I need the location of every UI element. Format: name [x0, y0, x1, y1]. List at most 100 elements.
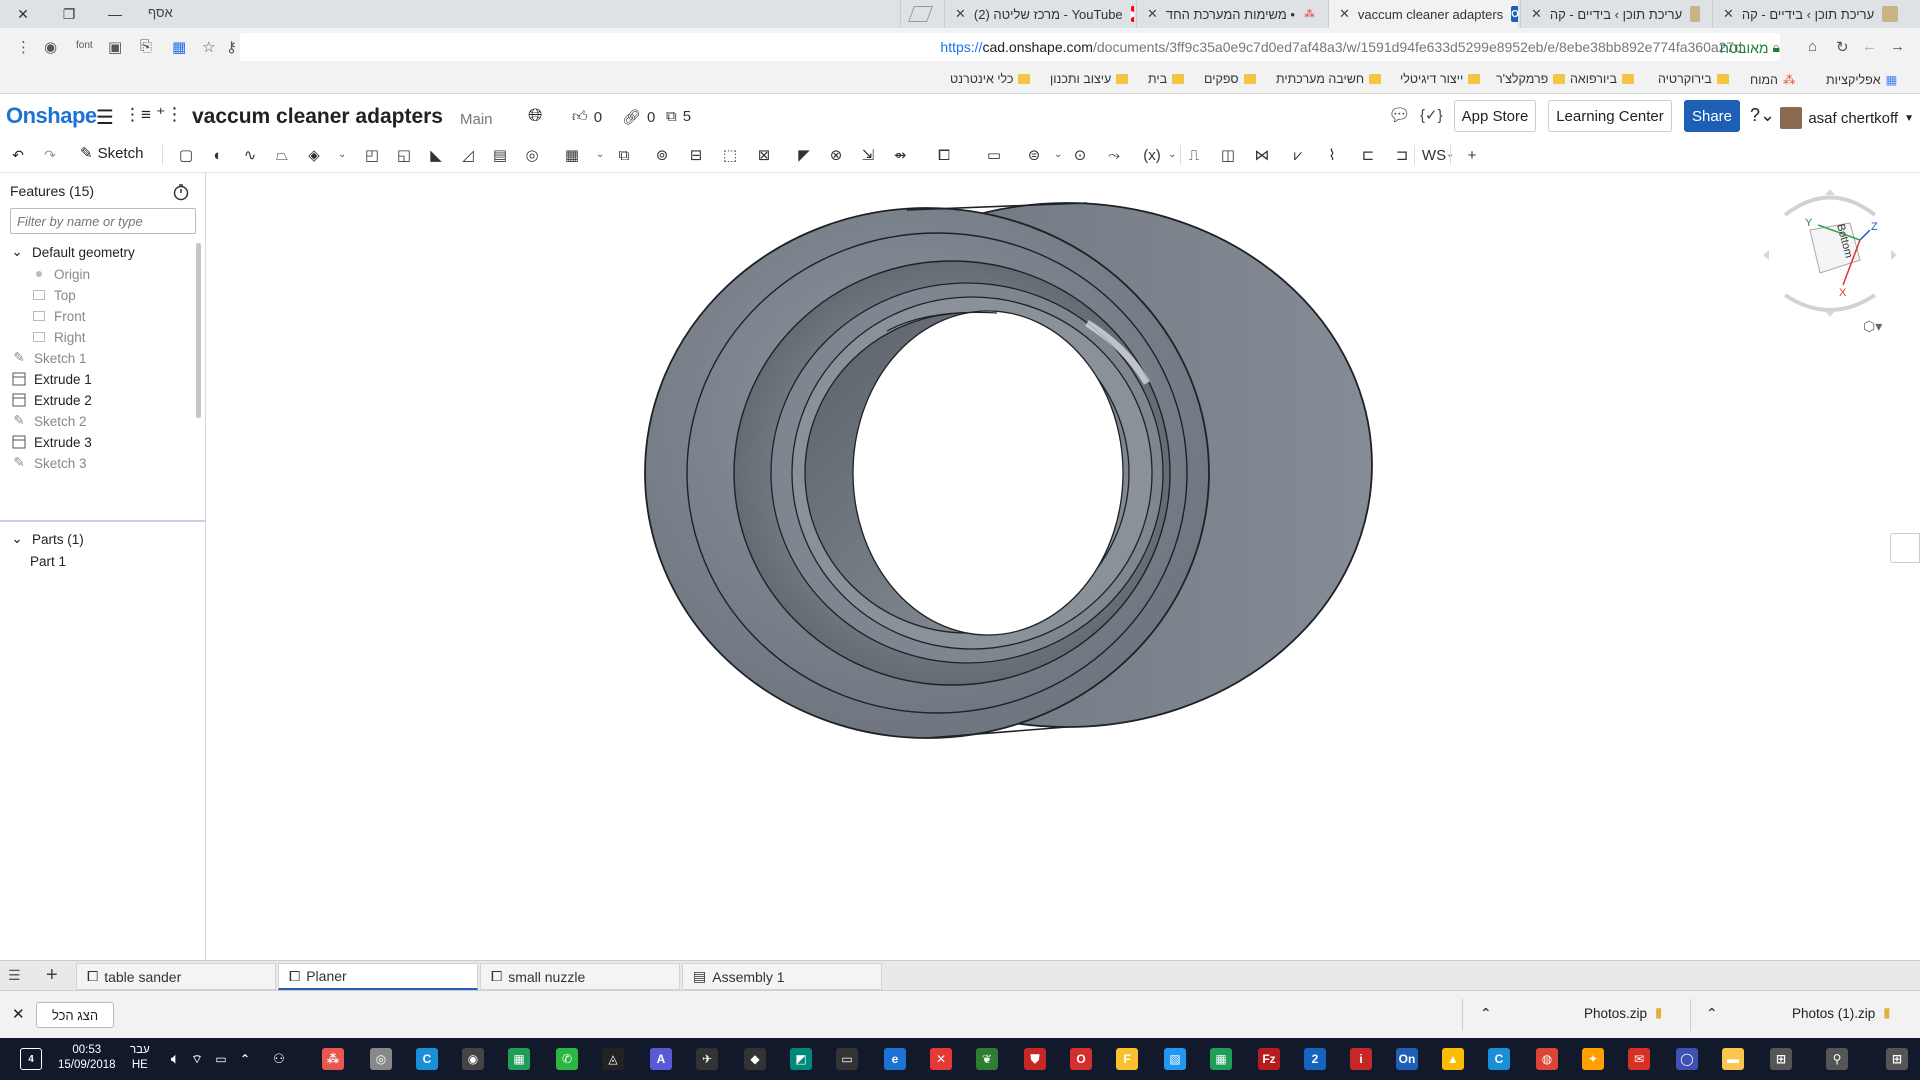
close-window-icon[interactable]: ✕	[0, 6, 46, 23]
boolean-icon[interactable]: ⊚	[652, 145, 672, 165]
feature-item-sketch-2[interactable]: ✎ Sketch 2	[12, 410, 208, 432]
browser-tab-content-2[interactable]: ✕ עריכת תוכן › בידיים - קה	[1520, 0, 1710, 28]
globe-icon[interactable]: 🌐︎	[528, 105, 542, 126]
close-downloads-icon[interactable]: ✕	[12, 1005, 25, 1023]
new-tab-button[interactable]	[900, 0, 940, 28]
view-cube[interactable]: Bottom Y Z X	[1755, 185, 1905, 325]
home-icon[interactable]: ⌂	[1808, 38, 1817, 55]
drone-icon[interactable]: ✈	[696, 1048, 718, 1070]
mate-connector-icon[interactable]: ⊜	[1024, 145, 1044, 165]
featurescript-icon[interactable]: {✓}	[1420, 106, 1443, 124]
pdf-extension-icon[interactable]: ⎘	[140, 38, 152, 55]
chevron-up-icon[interactable]: ⌃	[1706, 1005, 1718, 1022]
dropdown-caret-icon[interactable]: ⌄	[596, 149, 604, 160]
joint-icon[interactable]: ⋈	[1252, 145, 1272, 165]
omnibox[interactable]: https://cad.onshape.com/documents/3ff9c3…	[240, 33, 1780, 61]
notifications-icon[interactable]: 4	[20, 1048, 42, 1070]
ccleaner-icon[interactable]: C	[416, 1048, 438, 1070]
bookmark-folder[interactable]: עיצוב ותכנון	[1050, 72, 1129, 86]
transform-icon[interactable]: ⬚	[720, 145, 740, 165]
onshape-logo[interactable]: Onshape	[6, 103, 97, 129]
sheets-icon[interactable]: ▦	[508, 1048, 530, 1070]
search-icon[interactable]: ⚲	[1826, 1048, 1848, 1070]
menu-dots-icon[interactable]: ⋮	[16, 38, 31, 56]
back-icon[interactable]: →	[1890, 38, 1905, 55]
inkscape-icon[interactable]: ◬	[602, 1048, 624, 1070]
corner-icon[interactable]: ⊐	[1392, 145, 1412, 165]
panel-divider[interactable]	[0, 520, 206, 522]
graphics-viewport[interactable]: Bottom Y Z X ⬡▾	[207, 173, 1920, 960]
workspace-icon[interactable]: WS	[1422, 145, 1446, 165]
pattern-icon[interactable]: ▦	[562, 145, 582, 165]
feature-item-extrude-1[interactable]: Extrude 1	[12, 368, 208, 390]
finish-icon[interactable]: ⌇	[1322, 145, 1342, 165]
thicken-icon[interactable]: ◈	[304, 145, 324, 165]
restore-window-icon[interactable]: ❐	[46, 6, 92, 23]
bookmark-folder[interactable]: חשיבה מערכתית	[1276, 72, 1382, 86]
variable-icon[interactable]: (x)	[1142, 145, 1162, 165]
part-item[interactable]: Part 1	[30, 550, 226, 572]
feature-item-extrude-3[interactable]: Extrude 3	[12, 431, 208, 453]
helix-icon[interactable]: ⊙	[1070, 145, 1090, 165]
tab-close-icon[interactable]: ✕	[1723, 6, 1734, 22]
url-text[interactable]: https://cad.onshape.com/documents/3ff9c3…	[940, 39, 1742, 55]
clock[interactable]: 00:53 15/09/2018	[58, 1043, 116, 1073]
inkscape2-icon[interactable]: ◆	[744, 1048, 766, 1070]
default-geometry-group[interactable]: ⌄ Default geometry	[10, 241, 206, 263]
drive-icon[interactable]: ▲	[1442, 1048, 1464, 1070]
calendar-extension-icon[interactable]: ▦	[172, 38, 186, 56]
extension-icon[interactable]: ◉	[44, 38, 57, 56]
app-store-button[interactable]: App Store	[1454, 100, 1536, 132]
tab-close-icon[interactable]: ✕	[955, 6, 966, 22]
bookmark-folder[interactable]: ביורפואה	[1570, 72, 1634, 86]
stopwatch-icon[interactable]	[172, 183, 190, 204]
secure-indicator[interactable]: מאובטח 🔒︎	[1720, 39, 1780, 56]
c-app-icon[interactable]: C	[1488, 1048, 1510, 1070]
parts-group[interactable]: ⌄ Parts (1)	[10, 528, 206, 550]
resolve-icon[interactable]: ◉	[462, 1048, 484, 1070]
tab-assembly-1[interactable]: ▤ Assembly 1	[682, 963, 882, 990]
monitor-icon[interactable]: ▭	[836, 1048, 858, 1070]
volume-icon[interactable]: 🔈︎	[164, 1048, 186, 1070]
tab-small-nuzzle[interactable]: ⧠ small nuzzle	[480, 963, 680, 990]
loft-icon[interactable]: ⏢	[272, 145, 292, 165]
rib-icon[interactable]: ◿	[458, 145, 478, 165]
shield-icon[interactable]: ⛊	[1024, 1048, 1046, 1070]
feature-filter-input[interactable]	[10, 208, 196, 234]
download-item[interactable]: Photos (1).zip ▮	[1792, 1005, 1891, 1021]
language-indicator[interactable]: עבר HE	[130, 1043, 150, 1073]
bookmark-star-icon[interactable]: ☆	[202, 38, 215, 56]
vectr-icon[interactable]: ◩	[790, 1048, 812, 1070]
chevron-up-icon[interactable]: ⌃	[1480, 1005, 1492, 1022]
fonts-icon[interactable]: F	[1116, 1048, 1138, 1070]
add-custom-icon[interactable]: +	[1462, 145, 1482, 165]
tab-close-icon[interactable]: ✕	[1531, 6, 1542, 22]
share-button[interactable]: Share	[1684, 100, 1740, 132]
shell-icon[interactable]: ▤	[490, 145, 510, 165]
tab-table-sander[interactable]: ⧠ table sander	[76, 963, 276, 990]
browser-tab-youtube[interactable]: ✕ (2) מרכז שליטה - YouTube ▶	[944, 0, 1134, 28]
bookmark-folder[interactable]: פרמקלצ'ר	[1496, 72, 1566, 86]
people-icon[interactable]: ⚇	[268, 1048, 290, 1070]
feature-item-sketch-1[interactable]: ✎ Sketch 1	[12, 347, 208, 369]
gmail-icon[interactable]: ✉	[1628, 1048, 1650, 1070]
help-icon[interactable]: ?⌄	[1750, 105, 1775, 126]
minimize-window-icon[interactable]: —	[92, 6, 138, 22]
user-menu[interactable]: asaf chertkoff ▼	[1780, 107, 1914, 129]
tab-icon[interactable]: ⊏	[1358, 145, 1378, 165]
whatsapp-icon[interactable]: ✆	[556, 1048, 578, 1070]
asana-icon[interactable]: ⁂	[322, 1048, 344, 1070]
explorer-icon[interactable]: ▬	[1722, 1048, 1744, 1070]
tab-planer[interactable]: ⧠ Planer	[278, 963, 478, 990]
form-icon[interactable]: ⩗	[1288, 145, 1308, 165]
redo-icon[interactable]: ↷	[40, 145, 60, 165]
cad-model-render[interactable]	[207, 173, 1920, 960]
badge-icon[interactable]: 2	[1304, 1048, 1326, 1070]
bookmark-folder[interactable]: ספקים	[1204, 72, 1256, 86]
insert-icon[interactable]: ⁺⋮	[156, 104, 184, 125]
replace-face-icon[interactable]: ⇴	[890, 145, 910, 165]
cortana-icon[interactable]: ◯	[1676, 1048, 1698, 1070]
sheets2-icon[interactable]: ▦	[1210, 1048, 1232, 1070]
mirror-icon[interactable]: ⧉	[614, 145, 634, 165]
bookmark-folder[interactable]: ייצור דיגיטלי	[1400, 72, 1481, 86]
